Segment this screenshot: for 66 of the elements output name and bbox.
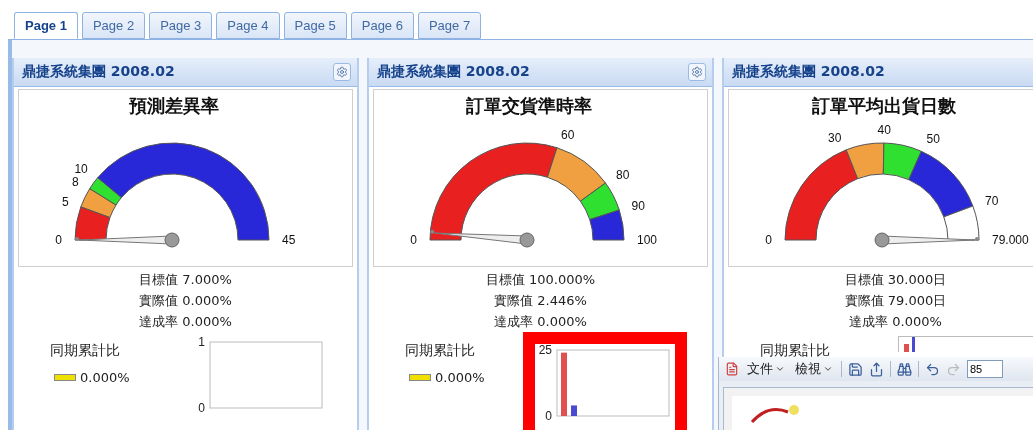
panel-title: 鼎捷系統集團 2008.02: [377, 63, 530, 81]
legend-text: 0.000%: [435, 370, 485, 385]
stat-line: 達成率 0.000%: [494, 313, 587, 331]
redo-icon: [946, 361, 961, 377]
stat-line: 目標值 30.000日: [844, 271, 947, 289]
gauge-title: 預測差異率: [128, 94, 219, 118]
gauge-tick-label: 90: [631, 199, 645, 213]
gauge-tick-label: 8: [71, 174, 79, 189]
settings-icon: [336, 66, 348, 78]
gauge-tick-label: 0: [54, 233, 62, 247]
gauge-title: 訂單平均出貨日數: [811, 94, 956, 118]
trend-label: 同期累計比: [405, 342, 476, 360]
settings-button[interactable]: [688, 63, 706, 81]
stat-line: 實際值 0.000%: [139, 292, 232, 310]
stat-line: 達成率 0.000%: [139, 313, 232, 331]
export-icon: [869, 361, 884, 377]
gauge-title: 訂單交貨準時率: [465, 94, 592, 118]
gauge-tick-label: 40: [877, 123, 891, 137]
stat-line: 目標值 100.000%: [485, 271, 596, 289]
page-tab[interactable]: Page 2: [81, 12, 146, 39]
stat-line: 目標值 7.000%: [139, 271, 232, 289]
gauge-tick-label: 5: [61, 195, 69, 210]
trend-label: 同期累計比: [760, 342, 831, 360]
gauge-tick-label: 30: [827, 130, 841, 145]
caret-icon: [823, 364, 833, 374]
gauge-tick-label: 70: [984, 194, 998, 209]
page-tab[interactable]: Page 7: [417, 12, 482, 39]
gauge-tick-label: 10: [73, 162, 88, 177]
gauge-tick-label: 50: [926, 132, 940, 147]
trend-label: 同期累計比: [50, 342, 121, 360]
caret-icon: [775, 364, 785, 374]
settings-button[interactable]: [333, 63, 351, 81]
page-tab[interactable]: Page 3: [149, 12, 213, 39]
zoom-field[interactable]: 85: [967, 360, 1003, 378]
gauge-tick-label: 0: [409, 233, 417, 247]
toolbar-button[interactable]: [897, 361, 912, 377]
menu-button[interactable]: 檢視: [793, 360, 835, 378]
panel-title: 鼎捷系統集團 2008.02: [732, 63, 885, 81]
undo-icon: [925, 361, 940, 377]
toolbar-button[interactable]: [925, 361, 940, 377]
document-icon: [725, 362, 739, 376]
axis-tick-label: 0: [198, 401, 205, 415]
page-tab[interactable]: Page 6: [350, 12, 414, 39]
page-tab[interactable]: Page 4: [216, 12, 280, 39]
toolbar-button[interactable]: [869, 361, 884, 377]
gauge-tick-label: 45: [281, 233, 295, 247]
menu-button[interactable]: 文件: [745, 360, 787, 378]
stat-line: 實際值 79.000日: [844, 292, 947, 310]
toolbar-button[interactable]: [848, 361, 863, 377]
binoculars-icon: [897, 361, 912, 377]
gauge-tick-label: 80: [615, 168, 629, 183]
gauge-tick-label: 0: [764, 233, 772, 247]
stat-line: 達成率 0.000%: [849, 313, 942, 331]
gauge-tick-label: 60: [560, 128, 574, 143]
stat-line: 實際值 2.446%: [494, 292, 587, 310]
legend-text: 0.000%: [80, 370, 130, 385]
axis-tick-label: 1: [198, 336, 205, 349]
save-icon: [848, 361, 863, 377]
gauge-tick-label: 79.000: [991, 233, 1029, 247]
axis-tick-label: 25: [538, 344, 552, 357]
page-tab[interactable]: Page 5: [283, 12, 347, 39]
page-tab[interactable]: Page 1: [14, 12, 78, 39]
panel-title: 鼎捷系統集團 2008.02: [22, 63, 175, 81]
gauge-tick-label: 100: [636, 233, 657, 247]
axis-tick-label: 0: [545, 409, 552, 423]
settings-icon: [691, 66, 703, 78]
